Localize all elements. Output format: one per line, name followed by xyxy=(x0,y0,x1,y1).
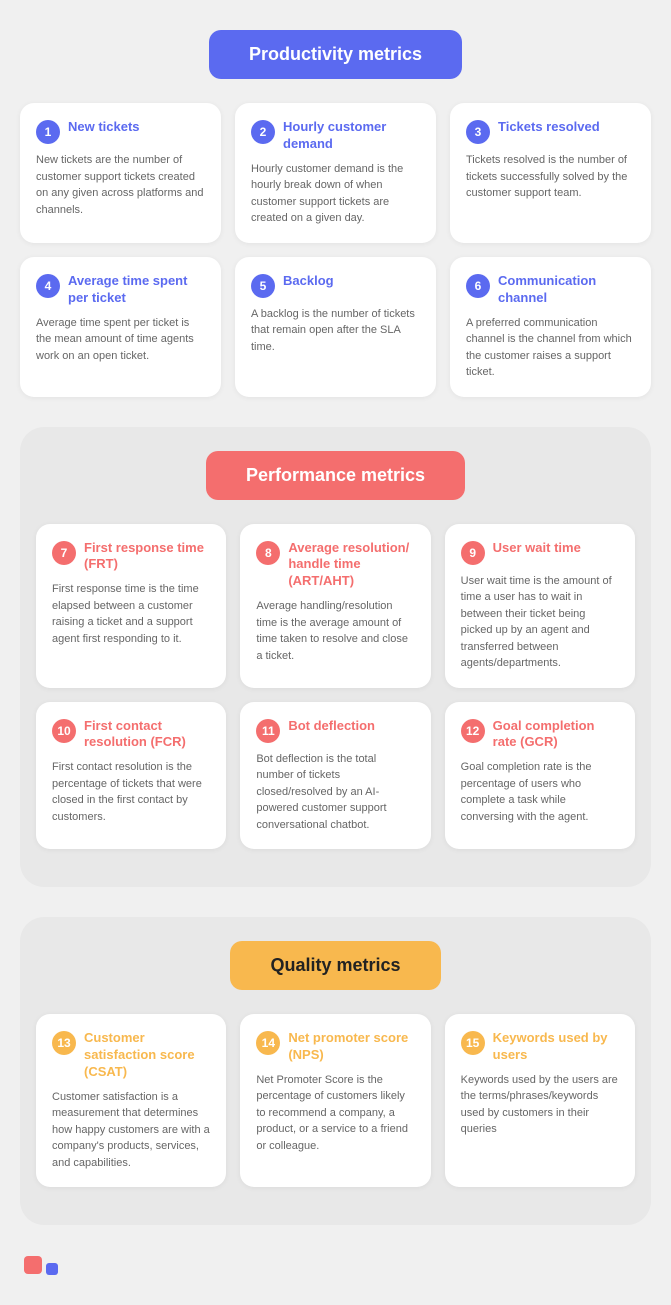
card-title-text: Backlog xyxy=(283,273,334,290)
card-performance-0-0: 7 First response time (FRT) First response… xyxy=(36,524,226,688)
card-quality-0-2: 15 Keywords used by users Keywords used by… xyxy=(445,1014,635,1187)
section-productivity: Productivity metrics 1 New tickets New tick… xyxy=(20,30,651,397)
card-description: Average handling/resolution time is the … xyxy=(256,598,414,664)
card-productivity-1-1: 5 Backlog A backlog is the number of ticke… xyxy=(235,257,436,397)
performance-badge: Performance metrics xyxy=(206,451,465,500)
card-number-badge: 2 xyxy=(251,120,275,144)
card-title-row: 1 New tickets xyxy=(36,119,205,144)
card-performance-0-2: 9 User wait time User wait time is the amo… xyxy=(445,524,635,688)
card-title-row: 11 Bot deflection xyxy=(256,718,414,743)
card-description: Tickets resolved is the number of ticket… xyxy=(466,152,635,202)
card-title-text: User wait time xyxy=(493,540,581,557)
logo-pink-square xyxy=(24,1256,42,1274)
card-title-row: 3 Tickets resolved xyxy=(466,119,635,144)
card-description: A preferred communication channel is the… xyxy=(466,315,635,381)
card-performance-1-2: 12 Goal completion rate (GCR) Goal complet… xyxy=(445,702,635,850)
quality-badge: Quality metrics xyxy=(230,941,440,990)
card-description: Keywords used by the users are the terms… xyxy=(461,1072,619,1138)
card-quality-0-1: 14 Net promoter score (NPS) Net Promoter S… xyxy=(240,1014,430,1187)
card-number-badge: 15 xyxy=(461,1031,485,1055)
card-description: A backlog is the number of tickets that … xyxy=(251,306,420,356)
card-title-row: 2 Hourly customer demand xyxy=(251,119,420,153)
card-title-text: Keywords used by users xyxy=(493,1030,619,1064)
card-title-row: 4 Average time spent per ticket xyxy=(36,273,205,307)
card-title-text: Hourly customer demand xyxy=(283,119,420,153)
card-title-text: Average time spent per ticket xyxy=(68,273,205,307)
section-performance: Performance metrics 7 First response time … xyxy=(20,427,651,888)
card-productivity-1-2: 6 Communication channel A preferred commun… xyxy=(450,257,651,397)
card-description: Net Promoter Score is the percentage of … xyxy=(256,1072,414,1155)
card-number-badge: 12 xyxy=(461,719,485,743)
productivity-badge: Productivity metrics xyxy=(209,30,462,79)
card-number-badge: 11 xyxy=(256,719,280,743)
card-number-badge: 3 xyxy=(466,120,490,144)
card-number-badge: 4 xyxy=(36,274,60,298)
performance-row-1: 10 First contact resolution (FCR) First co… xyxy=(36,702,635,850)
card-number-badge: 7 xyxy=(52,541,76,565)
card-number-badge: 6 xyxy=(466,274,490,298)
card-performance-1-1: 11 Bot deflection Bot deflection is the to… xyxy=(240,702,430,850)
card-title-text: Goal completion rate (GCR) xyxy=(493,718,619,752)
quality-row-0: 13 Customer satisfaction score (CSAT) Cust… xyxy=(36,1014,635,1187)
card-description: Bot deflection is the total number of ti… xyxy=(256,751,414,834)
card-description: Customer satisfaction is a measurement t… xyxy=(52,1089,210,1172)
card-title-row: 10 First contact resolution (FCR) xyxy=(52,718,210,752)
card-description: Average time spent per ticket is the mea… xyxy=(36,315,205,365)
card-number-badge: 13 xyxy=(52,1031,76,1055)
card-title-row: 6 Communication channel xyxy=(466,273,635,307)
card-title-text: New tickets xyxy=(68,119,140,136)
card-number-badge: 1 xyxy=(36,120,60,144)
card-title-row: 8 Average resolution/ handle time (ART/AH… xyxy=(256,540,414,591)
card-performance-0-1: 8 Average resolution/ handle time (ART/AH… xyxy=(240,524,430,688)
quality-header: Quality metrics xyxy=(36,941,635,990)
card-description: User wait time is the amount of time a u… xyxy=(461,573,619,672)
card-description: New tickets are the number of customer s… xyxy=(36,152,205,218)
card-title-text: First response time (FRT) xyxy=(84,540,210,574)
card-title-text: Customer satisfaction score (CSAT) xyxy=(84,1030,210,1081)
card-title-text: Communication channel xyxy=(498,273,635,307)
card-description: First response time is the time elapsed … xyxy=(52,581,210,647)
productivity-row-1: 4 Average time spent per ticket Average ti… xyxy=(20,257,651,397)
card-title-row: 9 User wait time xyxy=(461,540,619,565)
card-number-badge: 5 xyxy=(251,274,275,298)
card-quality-0-0: 13 Customer satisfaction score (CSAT) Cust… xyxy=(36,1014,226,1187)
card-title-text: Tickets resolved xyxy=(498,119,600,136)
card-title-row: 7 First response time (FRT) xyxy=(52,540,210,574)
card-description: Goal completion rate is the percentage o… xyxy=(461,759,619,825)
card-description: Hourly customer demand is the hourly bre… xyxy=(251,161,420,227)
performance-row-0: 7 First response time (FRT) First response… xyxy=(36,524,635,688)
card-productivity-1-0: 4 Average time spent per ticket Average ti… xyxy=(20,257,221,397)
productivity-row-0: 1 New tickets New tickets are the number o… xyxy=(20,103,651,243)
card-title-row: 13 Customer satisfaction score (CSAT) xyxy=(52,1030,210,1081)
card-performance-1-0: 10 First contact resolution (FCR) First co… xyxy=(36,702,226,850)
productivity-header: Productivity metrics xyxy=(20,30,651,79)
logo-blue-square xyxy=(46,1263,58,1275)
card-number-badge: 9 xyxy=(461,541,485,565)
card-title-text: First contact resolution (FCR) xyxy=(84,718,210,752)
card-title-text: Bot deflection xyxy=(288,718,375,735)
section-quality: Quality metrics 13 Customer satisfaction s… xyxy=(20,917,651,1225)
card-productivity-0-2: 3 Tickets resolved Tickets resolved is the… xyxy=(450,103,651,243)
card-title-row: 5 Backlog xyxy=(251,273,420,298)
card-title-row: 15 Keywords used by users xyxy=(461,1030,619,1064)
card-number-badge: 10 xyxy=(52,719,76,743)
card-title-text: Net promoter score (NPS) xyxy=(288,1030,414,1064)
card-productivity-0-1: 2 Hourly customer demand Hourly customer d… xyxy=(235,103,436,243)
card-number-badge: 8 xyxy=(256,541,280,565)
card-description: First contact resolution is the percenta… xyxy=(52,759,210,825)
card-title-row: 14 Net promoter score (NPS) xyxy=(256,1030,414,1064)
card-number-badge: 14 xyxy=(256,1031,280,1055)
card-title-text: Average resolution/ handle time (ART/AHT… xyxy=(288,540,414,591)
performance-header: Performance metrics xyxy=(36,451,635,500)
card-title-row: 12 Goal completion rate (GCR) xyxy=(461,718,619,752)
logo xyxy=(20,1255,651,1275)
card-productivity-0-0: 1 New tickets New tickets are the number o… xyxy=(20,103,221,243)
